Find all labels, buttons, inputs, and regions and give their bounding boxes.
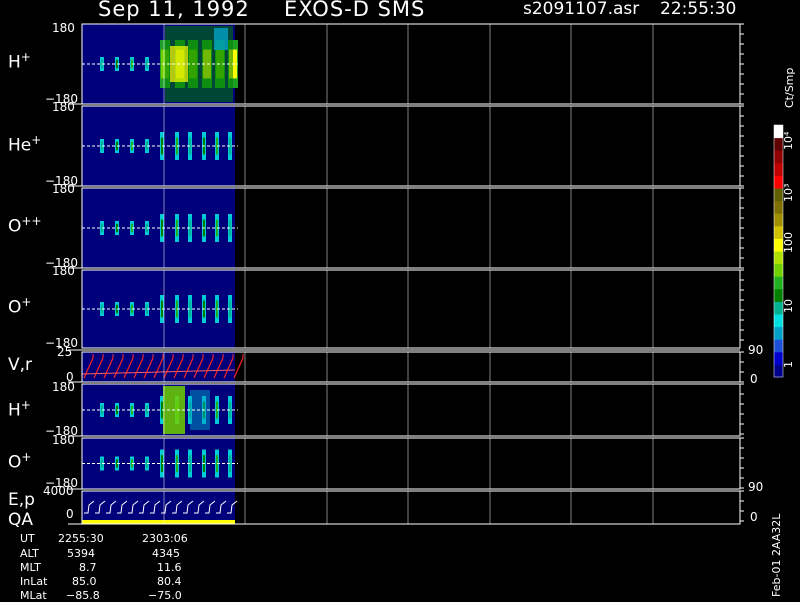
colorbar-segment-12 bbox=[774, 213, 783, 227]
colorbar-segment-3 bbox=[774, 326, 783, 340]
ann-label-inlat: InLat bbox=[20, 575, 48, 588]
ann-mlat-end: −75.0 bbox=[148, 589, 182, 602]
colorbar-label-100: 100 bbox=[782, 232, 795, 253]
colorbar-segment-7 bbox=[774, 276, 783, 290]
ytick-right-max-vr: 90 bbox=[748, 343, 764, 357]
colorbar-label-1000: 10³ bbox=[782, 183, 795, 202]
label-vr: V,r bbox=[8, 355, 33, 375]
colorbar-segment-17 bbox=[774, 150, 783, 164]
colorbar-label-1: 1 bbox=[782, 361, 795, 368]
ytick-min-ep: 0 bbox=[66, 507, 74, 521]
colorbar-unit: Ct/Smp bbox=[783, 67, 796, 108]
ann-inlat-end: 80.4 bbox=[157, 575, 182, 588]
colorbar-segment-16 bbox=[774, 162, 783, 176]
ytick-max-o-plus-plus: 180 bbox=[52, 182, 75, 196]
ytick-max-o-plus-2: 180 bbox=[52, 433, 75, 447]
file-name: s2091107.asr bbox=[523, 0, 640, 19]
footer-version: Feb-01 2AA32L bbox=[770, 513, 783, 597]
ytick-right-max-ep: 90 bbox=[748, 480, 764, 494]
ann-ut-start: 2255:30 bbox=[58, 532, 104, 545]
colorbar-segment-2 bbox=[774, 339, 783, 353]
colorbar-label-10000: 10⁴ bbox=[782, 131, 795, 150]
header-time: 22:55:30 bbox=[660, 0, 737, 19]
mission-title: EXOS-D SMS bbox=[284, 0, 426, 21]
ann-inlat-start: 85.0 bbox=[72, 575, 97, 588]
ann-label-mlt: MLT bbox=[20, 561, 41, 574]
ann-label-mlat: MLat bbox=[20, 589, 47, 602]
ytick-right-min-vr: 0 bbox=[750, 372, 758, 386]
date-title: Sep 11, 1992 bbox=[98, 0, 250, 21]
qa-bar bbox=[82, 520, 235, 524]
ann-mlt-end: 11.6 bbox=[157, 561, 182, 574]
label-o-plus: O+ bbox=[8, 295, 32, 318]
label-h-plus: H+ bbox=[8, 50, 31, 73]
label-ep: E,p bbox=[8, 490, 35, 510]
colorbar-segment-8 bbox=[774, 263, 783, 277]
ann-label-alt: ALT bbox=[20, 547, 39, 560]
spectrogram-cyan-h-plus bbox=[214, 28, 228, 50]
ann-ut-end: 2303:06 bbox=[142, 532, 188, 545]
ann-label-ut: UT bbox=[20, 532, 35, 545]
ann-mlat-start: −85.8 bbox=[66, 589, 100, 602]
ytick-max-ep: 4000 bbox=[43, 484, 74, 498]
ytick-max-he-plus: 180 bbox=[52, 100, 75, 114]
label-qa: QA bbox=[8, 510, 34, 530]
label-o-plus-2: O+ bbox=[8, 450, 32, 473]
ann-alt-start: 5394 bbox=[67, 547, 95, 560]
ytick-max-o-plus: 180 bbox=[52, 264, 75, 278]
plot-canvas bbox=[68, 23, 784, 525]
ytick-max-vr: 25 bbox=[57, 345, 73, 359]
label-h-plus-2: H+ bbox=[8, 398, 31, 421]
ytick-max-h-plus-2: 180 bbox=[52, 380, 75, 394]
ann-alt-end: 4345 bbox=[152, 547, 180, 560]
panel-data-bg-7 bbox=[82, 491, 235, 524]
ann-mlt-start: 8.7 bbox=[79, 561, 97, 574]
colorbar-segment-13 bbox=[774, 200, 783, 214]
ytick-right-min-ep: 0 bbox=[750, 510, 758, 524]
colorbar-segment-4 bbox=[774, 314, 783, 328]
ytick-max-h-plus: 180 bbox=[52, 21, 75, 35]
label-he-plus: He+ bbox=[8, 133, 42, 156]
label-o-plus-plus: O++ bbox=[8, 214, 42, 237]
colorbar-label-10: 10 bbox=[782, 299, 795, 313]
